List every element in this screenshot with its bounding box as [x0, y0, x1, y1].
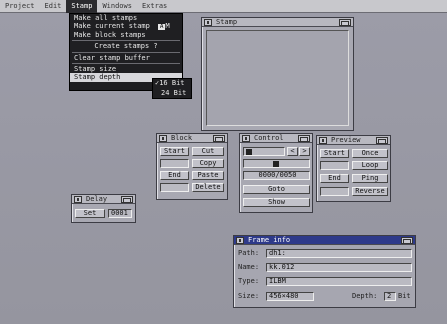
size-label: Size:	[238, 292, 260, 300]
menu-item-make-block-stamps[interactable]: Make block stamps	[70, 31, 182, 39]
menu-project[interactable]: Project	[0, 0, 40, 13]
preview-start-button[interactable]: Start	[320, 149, 349, 158]
menu-separator	[72, 40, 180, 42]
close-gadget-icon[interactable]	[242, 134, 250, 142]
delay-window-titlebar[interactable]: Delay	[72, 195, 135, 204]
block-end-field[interactable]	[160, 183, 189, 192]
depth-gadget-icon[interactable]	[298, 134, 310, 142]
depth-gadget-icon[interactable]	[376, 136, 388, 144]
depth-gadget-icon[interactable]	[121, 195, 133, 203]
menu-separator	[72, 62, 180, 64]
size-field[interactable]: 456×480	[266, 292, 314, 301]
preview-window: Preview Start Once Loop End Ping Reverse	[316, 135, 391, 202]
submenu-item-24-bit[interactable]: 24 Bit	[153, 89, 191, 99]
preview-window-titlebar[interactable]: Preview	[317, 136, 390, 145]
submenu-item-label: 16 Bit	[159, 79, 185, 87]
workbench-screen: Project Edit Stamp Windows Extras Stamp …	[0, 0, 447, 324]
block-end-button[interactable]: End	[160, 171, 189, 180]
close-gadget-icon[interactable]	[319, 136, 327, 144]
menu-windows[interactable]: Windows	[97, 0, 137, 13]
goto-button[interactable]: Goto	[243, 185, 310, 194]
window-title: Delay	[86, 194, 108, 203]
name-field[interactable]: kk.012	[266, 263, 412, 272]
delay-set-button[interactable]: Set	[75, 209, 105, 218]
frame-counter-field[interactable]: 0000/0050	[243, 171, 310, 180]
submenu-item-16-bit[interactable]: ✓16 Bit	[153, 79, 191, 89]
menu-separator	[72, 51, 180, 53]
window-title: Preview	[331, 135, 361, 144]
block-paste-button[interactable]: Paste	[192, 171, 224, 180]
depth-field[interactable]: 2	[384, 292, 396, 301]
delay-value-field[interactable]: 0001	[108, 209, 132, 218]
step-forward-arrow-icon[interactable]: >	[299, 147, 310, 156]
frame-info-titlebar[interactable]: Frame info	[234, 236, 415, 245]
block-window-titlebar[interactable]: Block	[157, 134, 227, 143]
position-slider-knob[interactable]	[273, 161, 279, 167]
menu-bar: Project Edit Stamp Windows Extras	[0, 0, 447, 13]
menu-stamp[interactable]: Stamp	[66, 0, 98, 13]
close-gadget-icon[interactable]	[159, 134, 167, 142]
close-gadget-icon[interactable]	[204, 18, 212, 26]
menu-item-clear-stamp-buffer[interactable]: Clear stamp buffer	[70, 54, 182, 62]
delay-window: Delay Set 0001	[71, 194, 136, 223]
menu-extras[interactable]: Extras	[137, 0, 172, 13]
frame-slider-knob[interactable]	[246, 149, 252, 155]
depth-unit: Bit	[398, 292, 411, 300]
name-label: Name:	[238, 263, 260, 271]
path-label: Path:	[238, 249, 260, 257]
stamp-depth-submenu: ✓16 Bit 24 Bit	[152, 78, 192, 99]
submenu-item-label: 24 Bit	[161, 88, 187, 97]
depth-gadget-icon[interactable]	[339, 18, 351, 26]
menu-item-make-current-stamp[interactable]: Make current stamp A M	[70, 22, 182, 31]
stamp-window-titlebar[interactable]: Stamp	[202, 18, 353, 27]
menu-edit[interactable]: Edit	[40, 0, 67, 13]
step-back-arrow-icon[interactable]: <	[287, 147, 298, 156]
menu-item-label: Make current stamp	[74, 22, 150, 31]
preview-ping-button[interactable]: Ping	[352, 174, 388, 183]
stamp-canvas[interactable]	[206, 30, 349, 126]
type-label: Type:	[238, 277, 260, 285]
block-start-button[interactable]: Start	[160, 147, 189, 156]
stamp-window: Stamp	[201, 17, 354, 131]
block-window: Block Start Cut Copy End Paste Delete	[156, 133, 228, 200]
window-title: Frame info	[248, 235, 291, 244]
block-start-field[interactable]	[160, 159, 189, 168]
path-field[interactable]: dh1:	[266, 249, 412, 258]
type-field[interactable]: ILBM	[266, 277, 412, 286]
depth-label: Depth:	[352, 292, 378, 300]
show-button[interactable]: Show	[243, 198, 310, 207]
shortcut-key: M	[165, 22, 170, 31]
close-gadget-icon[interactable]	[74, 195, 82, 203]
window-title: Control	[254, 133, 284, 142]
preview-loop-button[interactable]: Loop	[352, 161, 388, 170]
depth-gadget-icon[interactable]	[401, 236, 413, 244]
control-window-titlebar[interactable]: Control	[240, 134, 312, 143]
menu-item-stamp-size[interactable]: Stamp size	[70, 65, 182, 73]
block-cut-button[interactable]: Cut	[192, 147, 224, 156]
block-delete-button[interactable]: Delete	[192, 183, 224, 192]
preview-end-button[interactable]: End	[320, 174, 349, 183]
window-title: Stamp	[216, 17, 238, 26]
close-gadget-icon[interactable]	[236, 236, 244, 244]
preview-end-field[interactable]	[320, 187, 349, 196]
menu-item-make-all-stamps[interactable]: Make all stamps	[70, 14, 182, 22]
control-window: Control < > 0000/0050 Goto Show	[239, 133, 313, 213]
preview-once-button[interactable]: Once	[352, 149, 388, 158]
menu-item-create-stamps[interactable]: Create stamps ?	[70, 42, 182, 50]
depth-gadget-icon[interactable]	[213, 134, 225, 142]
preview-reverse-button[interactable]: Reverse	[352, 187, 388, 196]
window-title: Block	[171, 133, 193, 142]
frame-info-window: Frame info Path: dh1: Name: kk.012 Type:…	[233, 235, 416, 308]
block-copy-button[interactable]: Copy	[192, 159, 224, 168]
preview-start-field[interactable]	[320, 161, 349, 170]
